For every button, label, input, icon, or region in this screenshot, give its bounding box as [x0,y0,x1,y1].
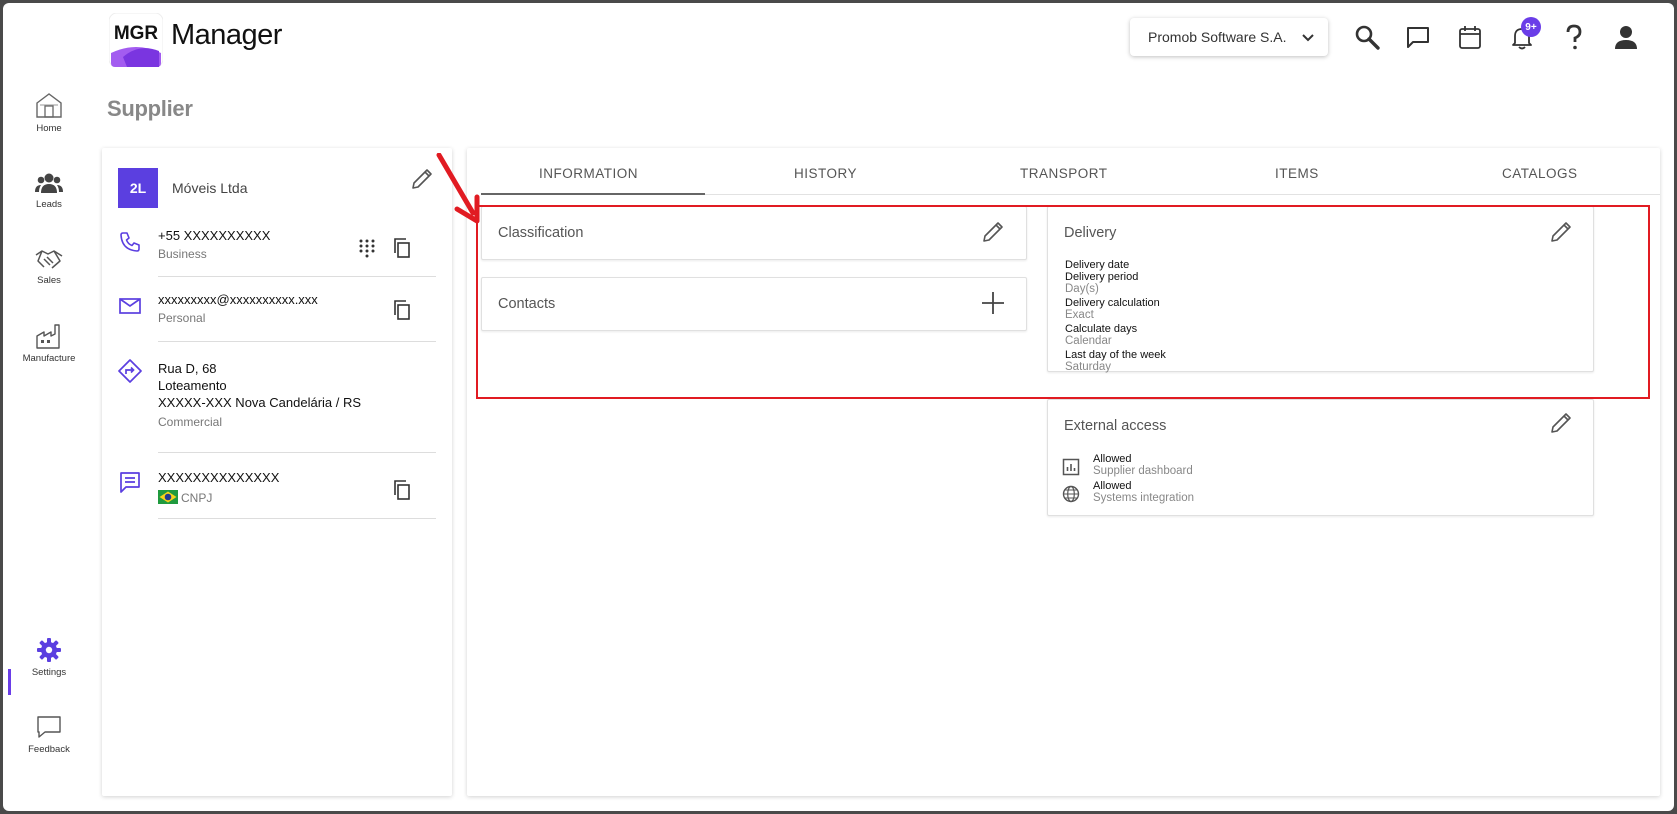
handshake-icon [35,250,63,269]
mgr-logo: MGR [109,13,163,67]
sidebar-item-leads[interactable]: Leads [3,171,95,210]
annotation-highlight-box [476,205,1650,399]
search-icon[interactable] [1353,23,1381,51]
brazil-flag-icon [158,490,178,504]
phone-icon[interactable] [118,230,142,254]
external-access-card: External access Allowed Supplier dashboa… [1047,399,1594,516]
people-icon [35,173,63,193]
active-tab-indicator [481,193,705,195]
email-address: xxxxxxxxx@xxxxxxxxxx.xxx [158,292,318,307]
sidebar-item-label: Leads [36,199,62,210]
dialpad-icon[interactable] [357,238,377,258]
copy-icon[interactable] [392,480,412,500]
email-type: Personal [158,311,206,325]
home-icon [36,93,62,118]
mail-icon[interactable] [118,294,142,318]
sidebar-item-label: Feedback [28,744,70,755]
dashboard-access-label: Supplier dashboard [1093,465,1193,477]
divider [158,276,436,277]
user-account-icon[interactable] [1612,23,1640,51]
integration-access-status: Allowed [1093,480,1132,492]
help-icon[interactable] [1560,23,1588,51]
app-title: Manager [171,19,282,51]
divider [158,341,436,342]
sidebar-item-home[interactable]: Home [3,91,95,134]
tab-history[interactable]: HISTORY [794,166,857,181]
divider [158,452,436,453]
address-type: Commercial [158,415,223,429]
sidebar-item-settings[interactable]: Settings [3,637,95,678]
logo-text: MGR [114,23,159,44]
integration-access-label: Systems integration [1093,492,1194,504]
sidebar-item-label: Manufacture [22,353,76,364]
phone-number: +55 XXXXXXXXXX [158,228,271,243]
chevron-down-icon [1302,34,1314,42]
dashboard-access-status: Allowed [1093,453,1132,465]
phone-type: Business [158,247,207,261]
divider [158,518,436,519]
tab-information[interactable]: INFORMATION [539,166,638,181]
copy-icon[interactable] [392,300,412,320]
app-window: MGR Manager Promob Software S.A. 9+ Home [3,3,1674,811]
tab-catalogs[interactable]: CATALOGS [1502,166,1578,181]
company-select[interactable]: Promob Software S.A. [1130,18,1328,56]
annotation-arrow-icon [436,153,480,224]
tab-items[interactable]: ITEMS [1275,166,1319,181]
sidebar-item-sales[interactable]: Sales [3,247,95,286]
chart-icon [1062,458,1080,476]
supplier-summary-card: 2L Móveis Ltda +55 XXXXXXXXXX Business x… [102,148,452,796]
page-title: Supplier [107,96,193,121]
globe-icon [1062,485,1080,503]
address-line-3: XXXXX-XXX Nova Candelária / RS [158,395,362,410]
document-type: CNPJ [181,491,213,505]
tab-transport[interactable]: TRANSPORT [1020,166,1108,181]
document-number: XXXXXXXXXXXXXX [158,470,280,485]
address-line-2: Loteamento [158,378,227,393]
sidebar-item-feedback[interactable]: Feedback [3,714,95,755]
sidebar-item-label: Sales [37,275,61,286]
notification-badge: 9+ [1521,17,1541,37]
pencil-icon[interactable] [409,166,435,192]
external-access-title: External access [1064,418,1167,434]
message-icon[interactable] [1404,23,1432,51]
chat-bubble-icon [37,716,61,738]
supplier-name: Móveis Ltda [172,180,248,196]
sidebar-item-label: Home [36,123,62,134]
sidebar-item-label: Settings [31,667,67,678]
factory-icon [36,324,60,349]
copy-icon[interactable] [392,238,412,258]
address-line-1: Rua D, 68 [158,361,217,376]
directions-icon[interactable] [117,358,143,384]
company-select-value: Promob Software S.A. [1148,29,1287,45]
document-icon[interactable] [118,470,142,494]
sidebar-item-manufacture[interactable]: Manufacture [3,323,95,364]
gear-icon [37,638,61,662]
supplier-avatar: 2L [118,168,158,208]
calendar-icon[interactable] [1456,23,1484,51]
pencil-icon[interactable] [1548,410,1574,436]
